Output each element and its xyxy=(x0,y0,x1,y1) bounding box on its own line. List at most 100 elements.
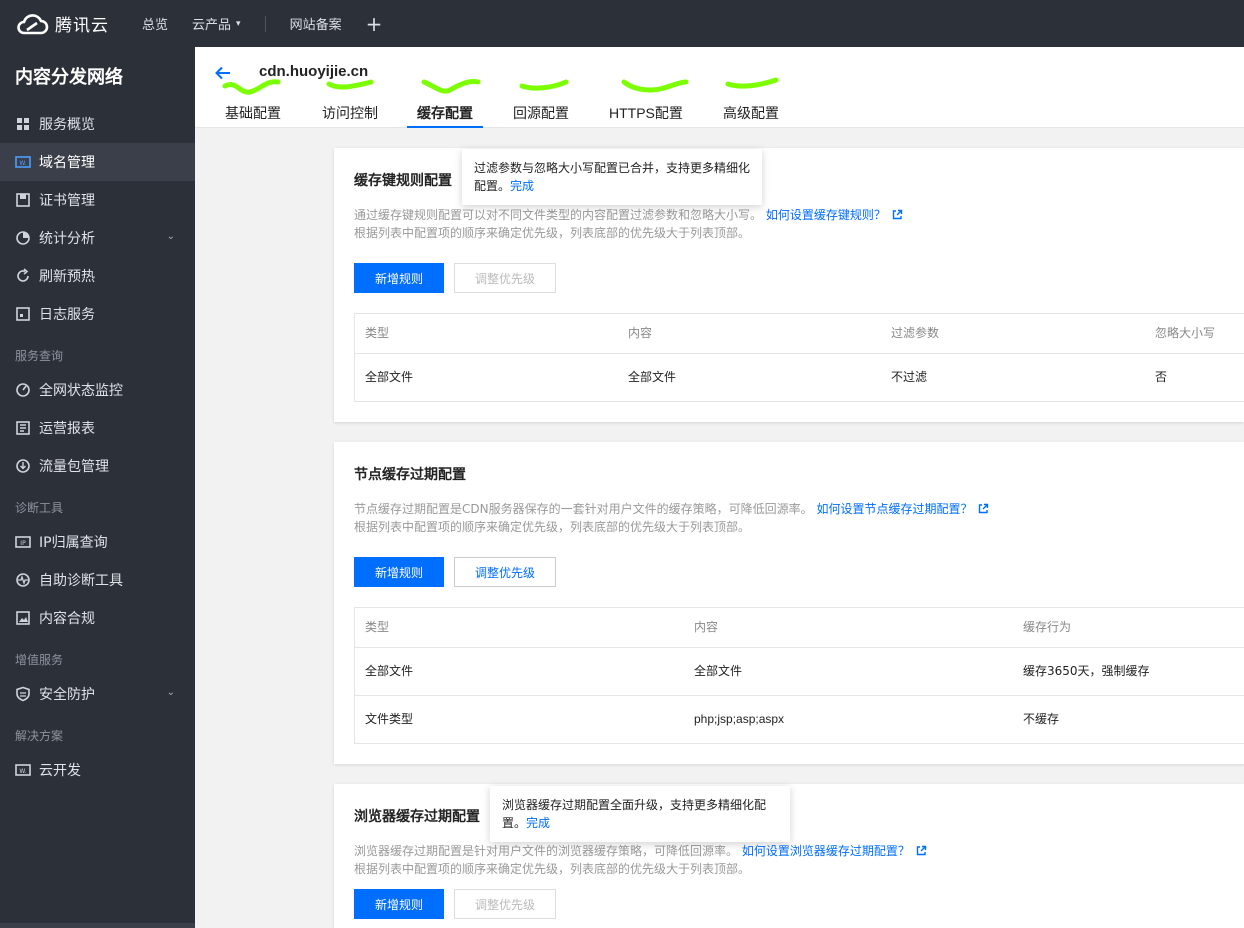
pulse-icon xyxy=(15,572,31,588)
sidebar-item-overview[interactable]: 服务概览 xyxy=(0,105,195,143)
sidebar-bottom-strip xyxy=(0,923,195,928)
table-row: 文件类型 php;jsp;asp;aspx 不缓存 xyxy=(355,695,1244,743)
nav-icp-label: 网站备案 xyxy=(289,18,342,33)
column-header: 内容 xyxy=(628,326,653,340)
sidebar-group-query: 服务查询 xyxy=(15,348,64,363)
adjust-priority-button[interactable]: 调整优先级 xyxy=(454,557,556,587)
highlight-mark xyxy=(621,79,689,93)
column-header: 类型 xyxy=(365,326,390,340)
tip-done-link[interactable]: 完成 xyxy=(526,816,550,830)
table-header: 类型 内容 过滤参数 忽略大小写 xyxy=(355,314,1244,353)
section-title: 浏览器缓存过期配置 xyxy=(354,809,480,825)
nav-products[interactable]: 云产品 ▾ xyxy=(192,14,241,33)
external-link-icon[interactable] xyxy=(892,209,903,220)
sidebar: 内容分发网络 服务概览 W. 域名管理 证书管理 统计分析 ⌄ 刷新预热 日志服… xyxy=(0,47,195,928)
gauge-icon xyxy=(15,382,31,398)
adjust-priority-button[interactable]: 调整优先级 xyxy=(454,263,556,293)
nav-icp[interactable]: 网站备案 xyxy=(290,14,342,33)
table-cell: 不过滤 xyxy=(891,370,928,384)
sidebar-item-label: 安全防护 xyxy=(39,687,95,703)
sidebar-item-monitor[interactable]: 全网状态监控 xyxy=(0,371,195,409)
help-link[interactable]: 如何设置浏览器缓存过期配置？ xyxy=(742,844,910,858)
cloud-logo-icon xyxy=(17,13,49,34)
brand-logo[interactable]: 腾讯云 xyxy=(0,11,128,36)
sidebar-item-statistics[interactable]: 统计分析 ⌄ xyxy=(0,219,195,257)
tab-access-control[interactable]: 访问控制 xyxy=(322,103,378,128)
report-icon xyxy=(15,420,31,436)
description-text: 浏览器缓存过期配置是针对用户文件的浏览器缓存策略，可降低回源率。 xyxy=(354,844,739,858)
table-cell: php;jsp;asp;aspx xyxy=(694,712,785,726)
add-rule-button[interactable]: 新增规则 xyxy=(354,263,444,293)
sidebar-item-domain[interactable]: W. 域名管理 xyxy=(0,143,195,181)
sidebar-item-label: 日志服务 xyxy=(39,307,95,323)
section-description: 浏览器缓存过期配置是针对用户文件的浏览器缓存策略，可降低回源率。 如何设置浏览器… xyxy=(354,842,927,878)
table-cell: 文件类型 xyxy=(365,712,414,726)
description-text: 根据列表中配置项的顺序来确定优先级，列表底部的优先级大于列表顶部。 xyxy=(354,520,751,534)
table-row: 全部文件 全部文件 缓存3650天，强制缓存 xyxy=(355,647,1244,695)
chevron-down-icon: ▾ xyxy=(236,18,241,29)
highlight-mark xyxy=(421,79,481,94)
sidebar-item-label: 内容合规 xyxy=(39,611,95,627)
chevron-down-icon: ⌄ xyxy=(166,687,175,698)
nav-overview[interactable]: 总览 xyxy=(142,14,168,33)
sidebar-title: 内容分发网络 xyxy=(15,67,123,88)
tab-basic[interactable]: 基础配置 xyxy=(225,103,281,128)
sidebar-item-compliance[interactable]: 内容合规 xyxy=(0,599,195,637)
highlight-mark xyxy=(326,79,374,90)
feature-tip: 浏览器缓存过期配置全面升级，支持更多精细化配置。完成 xyxy=(490,786,790,842)
sidebar-item-self-diagnosis[interactable]: 自助诊断工具 xyxy=(0,561,195,599)
table-cell: 否 xyxy=(1155,370,1168,384)
add-shortcut-button[interactable]: + xyxy=(366,14,383,34)
feature-tip: 过滤参数与忽略大小写配置已合并，支持更多精细化配置。完成 xyxy=(462,149,762,205)
highlight-mark xyxy=(222,79,281,95)
tab-origin[interactable]: 回源配置 xyxy=(513,103,569,128)
sidebar-item-report[interactable]: 运营报表 xyxy=(0,409,195,447)
sidebar-item-certificate[interactable]: 证书管理 xyxy=(0,181,195,219)
sidebar-item-logs[interactable]: 日志服务 xyxy=(0,295,195,333)
table-header: 类型 内容 缓存行为 xyxy=(355,608,1244,647)
domain-icon: W. xyxy=(15,154,31,170)
sidebar-item-label: 证书管理 xyxy=(39,193,95,209)
sidebar-group-diagnosis: 诊断工具 xyxy=(15,500,64,515)
sidebar-item-label: 刷新预热 xyxy=(39,269,95,285)
sidebar-item-security[interactable]: 安全防护 ⌄ xyxy=(0,675,195,713)
description-text: 节点缓存过期配置是CDN服务器保存的一套针对用户文件的缓存策略，可降低回源率。 xyxy=(354,502,813,516)
cloud-dev-icon: W. xyxy=(15,762,31,778)
sidebar-item-label: 云开发 xyxy=(39,763,81,779)
sidebar-item-label: 运营报表 xyxy=(39,421,95,437)
table-cell: 全部文件 xyxy=(365,370,414,384)
external-link-icon[interactable] xyxy=(916,845,927,856)
cache-key-table: 类型 内容 过滤参数 忽略大小写 全部文件 全部文件 不过滤 否 xyxy=(354,313,1244,402)
section-title: 节点缓存过期配置 xyxy=(354,467,466,483)
help-link[interactable]: 如何设置缓存键规则？ xyxy=(766,208,886,222)
highlight-mark xyxy=(725,77,779,89)
sidebar-item-ip-lookup[interactable]: IP IP归属查询 xyxy=(0,523,195,561)
add-rule-button[interactable]: 新增规则 xyxy=(354,557,444,587)
description-text: 通过缓存键规则配置可以对不同文件类型的内容配置过滤参数和忽略大小写。 xyxy=(354,208,763,222)
sidebar-item-refresh[interactable]: 刷新预热 xyxy=(0,257,195,295)
tip-done-link[interactable]: 完成 xyxy=(510,179,534,193)
sidebar-item-traffic-package[interactable]: 流量包管理 xyxy=(0,447,195,485)
sidebar-item-label: 服务概览 xyxy=(39,117,95,133)
table-cell: 全部文件 xyxy=(694,664,743,678)
download-circle-icon xyxy=(15,458,31,474)
node-cache-card: 节点缓存过期配置 节点缓存过期配置是CDN服务器保存的一套针对用户文件的缓存策略… xyxy=(334,442,1244,764)
tab-https[interactable]: HTTPS配置 xyxy=(609,103,683,128)
adjust-priority-button[interactable]: 调整优先级 xyxy=(454,889,556,919)
shield-icon xyxy=(15,686,31,702)
tab-advanced[interactable]: 高级配置 xyxy=(723,103,779,128)
sidebar-item-cloud-dev[interactable]: W. 云开发 xyxy=(0,751,195,789)
table-cell: 全部文件 xyxy=(365,664,414,678)
add-rule-button[interactable]: 新增规则 xyxy=(354,889,444,919)
help-link[interactable]: 如何设置节点缓存过期配置？ xyxy=(816,502,972,516)
image-icon xyxy=(15,610,31,626)
highlight-mark xyxy=(519,79,569,91)
external-link-icon[interactable] xyxy=(978,503,989,514)
table-cell: 不缓存 xyxy=(1023,712,1060,726)
grid-icon xyxy=(15,116,31,132)
tab-cache[interactable]: 缓存配置 xyxy=(407,103,483,128)
refresh-icon xyxy=(15,268,31,284)
table-cell: 全部文件 xyxy=(628,370,677,384)
pie-chart-icon xyxy=(15,230,31,246)
top-bar: 腾讯云 总览 云产品 ▾ 网站备案 + xyxy=(0,0,1244,47)
